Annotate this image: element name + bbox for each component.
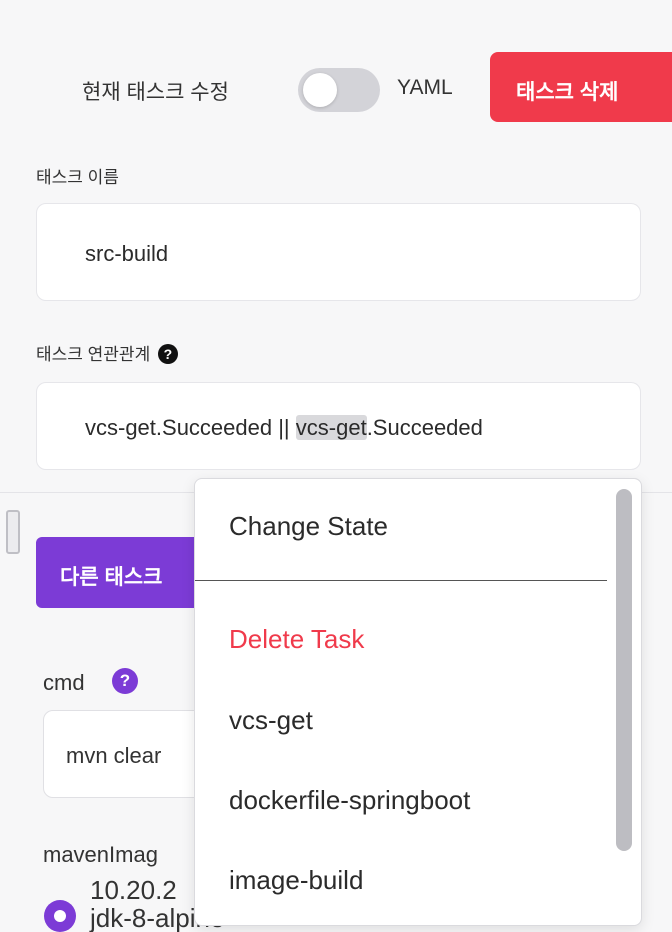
menu-item-image-build[interactable]: image-build	[229, 865, 363, 896]
task-relation-label-row: 태스크 연관관계 ?	[36, 340, 178, 365]
task-relation-input[interactable]: vcs-get.Succeeded || vcs-get.Succeeded	[36, 382, 641, 470]
question-circle-icon[interactable]: ?	[112, 668, 138, 694]
question-circle-icon[interactable]: ?	[157, 344, 178, 364]
delete-task-button[interactable]: 태스크 삭제	[490, 52, 672, 122]
maven-image-label: mavenImag	[43, 842, 158, 867]
resize-handle-icon[interactable]	[6, 510, 20, 554]
task-name-input[interactable]: src-build	[36, 203, 641, 301]
relation-text-prefix: vcs-get.Succeeded ||	[85, 415, 296, 440]
toggle-knob	[303, 73, 337, 107]
task-name-label: 태스크 이름	[36, 168, 119, 187]
menu-item-change-state[interactable]: Change State	[229, 511, 388, 542]
task-context-menu: Change State Delete Task vcs-get dockerf…	[194, 478, 642, 926]
other-task-button[interactable]: 다른 태스크	[36, 537, 206, 608]
task-relation-value: vcs-get.Succeeded || vcs-get.Succeeded	[85, 415, 483, 441]
cmd-input[interactable]: mvn clear	[43, 710, 213, 798]
menu-item-dockerfile-springboot[interactable]: dockerfile-springboot	[229, 785, 470, 816]
menu-item-vcs-get[interactable]: vcs-get	[229, 705, 313, 736]
yaml-label: YAML	[397, 76, 453, 99]
task-relation-label: 태스크 연관관계	[36, 345, 151, 364]
cmd-label: cmd	[43, 670, 85, 695]
relation-text-suffix: .Succeeded	[366, 415, 483, 440]
relation-highlighted-token: vcs-get	[295, 415, 367, 440]
yaml-toggle[interactable]	[298, 68, 380, 112]
edit-task-label: 현재 태스크 수정	[82, 81, 229, 104]
task-name-value: src-build	[85, 241, 169, 266]
menu-scrollbar[interactable]	[616, 489, 632, 851]
menu-item-delete-task[interactable]: Delete Task	[229, 624, 364, 655]
radio-dot	[54, 910, 66, 922]
radio-selected-icon[interactable]	[44, 900, 76, 932]
task-header: 현재 태스크 수정 YAML 태스크 삭제	[0, 52, 672, 124]
cmd-value: mvn clear	[66, 743, 162, 768]
menu-divider	[195, 580, 607, 581]
